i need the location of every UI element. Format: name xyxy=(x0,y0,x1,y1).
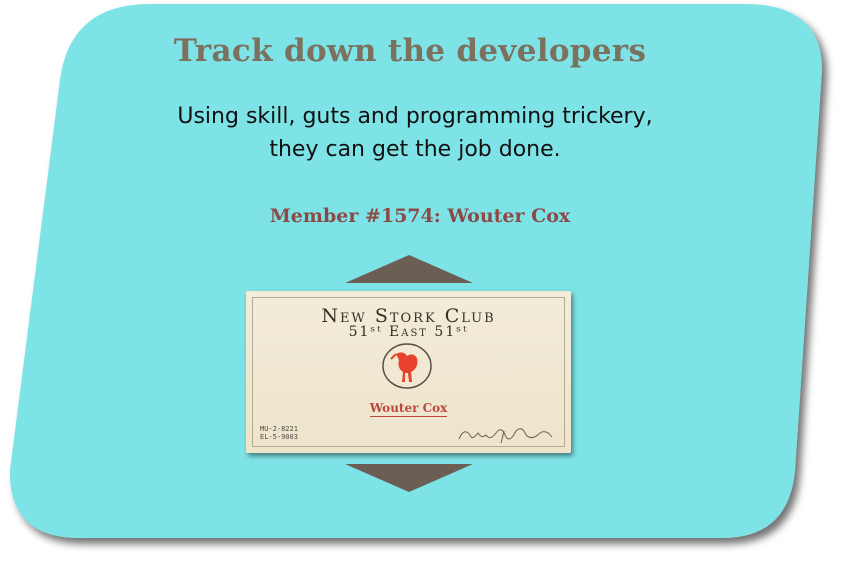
arrow-up-icon[interactable] xyxy=(345,255,473,284)
tagline-line-2: they can get the job done. xyxy=(269,137,561,162)
page-title: Track down the developers xyxy=(173,33,647,69)
phone-number-2: EL-5-9003 xyxy=(260,433,298,441)
tagline-line-1: Using skill, guts and programming tricke… xyxy=(177,104,653,129)
card-member-name: Wouter Cox xyxy=(369,401,448,417)
phone-number-1: MU-2-8221 xyxy=(260,425,298,433)
stork-logo-icon xyxy=(382,343,432,389)
signature xyxy=(458,428,553,444)
arrow-down-icon[interactable] xyxy=(345,464,473,493)
tagline: Using skill, guts and programming tricke… xyxy=(110,100,720,166)
member-caption: Member #1574: Wouter Cox xyxy=(269,205,571,227)
member-card[interactable]: New Stork Club 51ˢᵗ East 51ˢᵗ Wouter Cox… xyxy=(246,291,571,453)
club-address: 51ˢᵗ East 51ˢᵗ xyxy=(348,324,469,340)
